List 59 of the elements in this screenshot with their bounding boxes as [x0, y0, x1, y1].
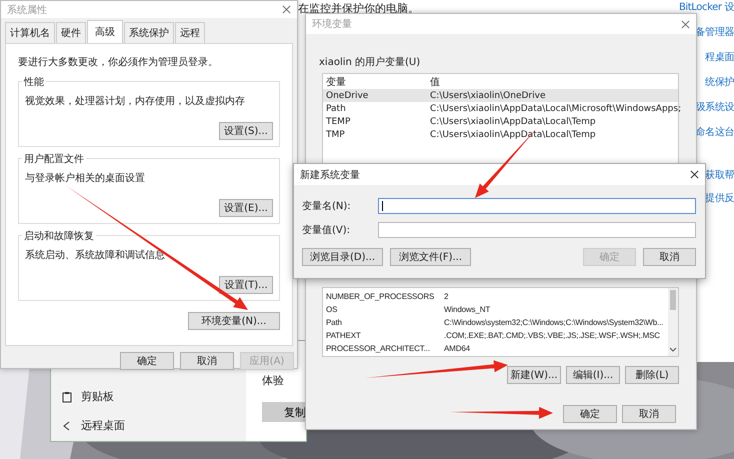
dialog-button[interactable]: 浏览文件(F)... — [390, 248, 471, 266]
environment-variables-button[interactable]: 环境变量(N)... — [188, 312, 280, 330]
group-title: 性能 — [22, 75, 46, 89]
settings-button[interactable]: 设置(S)... — [219, 122, 273, 140]
dialog-button[interactable]: 取消 — [643, 248, 696, 266]
settings-link[interactable]: BitLocker 设 — [678, 0, 734, 14]
table-row[interactable]: PATHEXT .COM;.EXE;.BAT;.CMD;.VBS;.VBE;.JS;.JSE;.WSF;.WSH;.MSC — [323, 329, 668, 342]
dialog-button[interactable]: 取消 — [180, 352, 234, 370]
table-row[interactable]: TEMP C:\Users\xiaolin\AppData\Local\Temp — [323, 115, 678, 128]
dialog-button[interactable]: 取消 — [622, 405, 676, 423]
table-row[interactable]: Path C:\Windows\system32;C:\Windows;C:\Windows\System32\Wb... — [323, 316, 668, 329]
scrollbar[interactable] — [668, 288, 678, 356]
help-link[interactable]: 获取帮 — [705, 168, 734, 182]
group-title: xiaolin 的用户变量(U) — [319, 56, 422, 69]
column-header: 变量 — [326, 76, 347, 88]
group-description: 视觉效果，处理器计划，内存使用，以及虚拟内存 — [25, 94, 246, 108]
table-row[interactable]: NUMBER_OF_PROCESSORS 2 — [323, 290, 668, 303]
settings-button[interactable]: 设置(E)... — [219, 199, 273, 217]
field-label: 变量名(N): — [302, 200, 352, 213]
window-title: 系统属性 — [7, 4, 47, 16]
settings-link[interactable]: 统保护 — [705, 75, 734, 89]
table-row[interactable]: PROCESSOR_ARCHITECT... AMD64 — [323, 342, 668, 355]
settings-link[interactable]: 程桌面 — [705, 50, 734, 64]
tab[interactable]: 计算机名 — [5, 22, 55, 43]
nav-item[interactable]: 远程桌面 — [51, 418, 246, 433]
window-title: 环境变量 — [312, 18, 352, 31]
group-description: 与登录帐户相关的桌面设置 — [25, 172, 146, 185]
clipboard-icon — [61, 390, 73, 402]
scroll-down-icon[interactable] — [669, 347, 677, 353]
input-field[interactable] — [378, 198, 696, 214]
tab[interactable]: 系统保护 — [124, 22, 174, 43]
table-row[interactable]: OS Windows_NT — [323, 303, 668, 316]
tab[interactable]: 高级 — [87, 20, 123, 43]
tab[interactable]: 硬件 — [56, 22, 86, 43]
variable-button[interactable]: 编辑(I)... — [566, 366, 620, 384]
settings-button[interactable]: 设置(T)... — [219, 276, 273, 294]
field-label: 变量值(V): — [302, 224, 352, 237]
table-row[interactable]: Path C:\Users\xiaolin\AppData\Local\Microsoft\WindowsApps; — [323, 102, 678, 115]
copy-button[interactable]: 复制 — [262, 402, 306, 422]
dialog-button[interactable]: 浏览目录(D)... — [302, 248, 383, 266]
window-title: 新建系统变量 — [300, 168, 360, 182]
tab[interactable]: 远程 — [175, 22, 205, 43]
nav-item[interactable]: 剪贴板 — [51, 389, 246, 404]
admin-notice: 要进行大多数更改，你必须作为管理员登录。 — [18, 56, 219, 69]
status-heading: 在监控并保护你的电脑。 — [298, 1, 419, 16]
dialog-button[interactable]: 确定 — [120, 352, 174, 370]
variable-button[interactable]: 删除(L) — [625, 366, 679, 384]
group-title: 用户配置文件 — [22, 152, 86, 166]
settings-link[interactable]: 备管理器 — [696, 25, 734, 39]
dialog-button[interactable]: 确定 — [563, 405, 617, 423]
table-row[interactable]: OneDrive C:\Users\xiaolin\OneDrive — [323, 89, 678, 102]
variable-button[interactable]: 新建(W)... — [507, 366, 561, 384]
help-link[interactable]: 提供反 — [705, 191, 734, 205]
input-field[interactable] — [378, 222, 696, 238]
close-icon[interactable] — [690, 170, 699, 179]
settings-link[interactable]: 命名这台 — [696, 125, 734, 139]
section-label: 体验 — [262, 373, 285, 388]
group-title: 启动和故障恢复 — [22, 229, 96, 243]
column-header: 值 — [430, 76, 440, 88]
